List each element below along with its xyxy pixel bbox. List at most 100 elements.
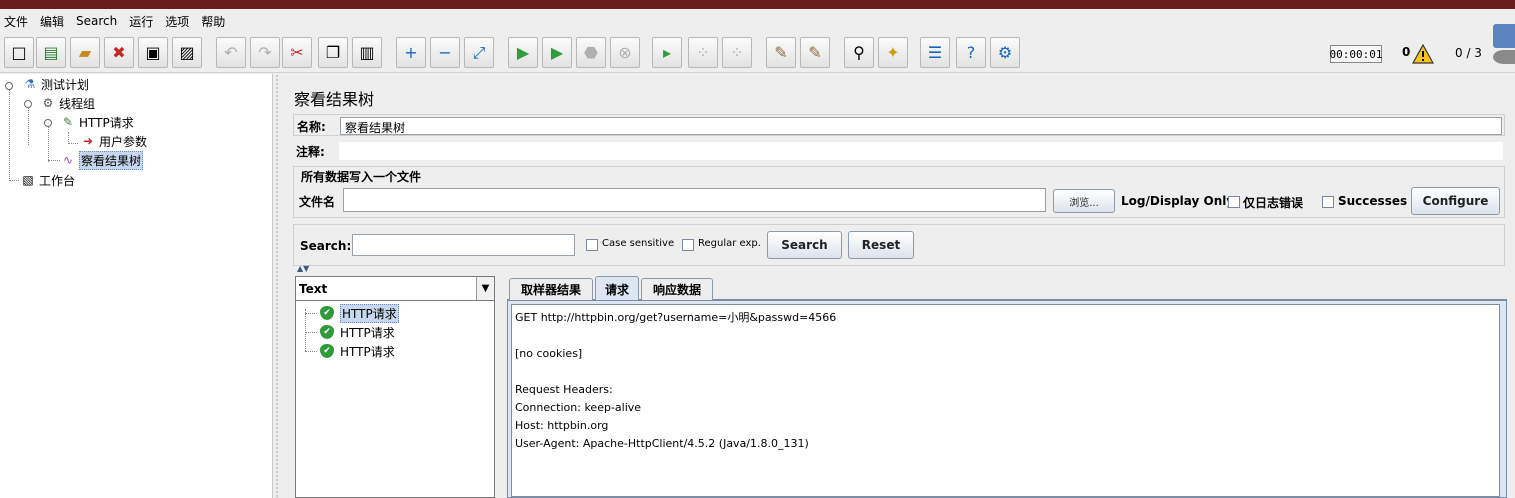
- tree-item-label: 察看结果树: [79, 150, 144, 170]
- toggle-icon[interactable]: ⤢: [464, 37, 494, 68]
- tree-item-view-results-tree[interactable]: ∿ 察看结果树: [60, 150, 144, 170]
- tree-item-http-request[interactable]: ✎ HTTP请求: [60, 113, 134, 131]
- tree-item-label: 线程组: [59, 96, 96, 111]
- menu-edit[interactable]: 编辑: [40, 13, 64, 30]
- flask-icon: ⚗: [24, 77, 36, 91]
- browse-button[interactable]: 浏览...: [1053, 189, 1115, 213]
- tree-item-test-plan[interactable]: ⚗ 测试计划: [22, 75, 89, 93]
- name-field[interactable]: 察看结果树: [340, 117, 1502, 135]
- expand-handle[interactable]: [24, 100, 32, 108]
- case-sensitive-label: Case sensitive: [602, 238, 675, 249]
- undo-icon[interactable]: ↶: [216, 37, 246, 68]
- name-label: 名称:: [297, 120, 326, 134]
- clear-all-icon[interactable]: ✎: [800, 37, 830, 68]
- warning-icon[interactable]: [1412, 44, 1434, 64]
- help-icon[interactable]: ?: [956, 37, 986, 68]
- list-item-label: HTTP请求: [340, 325, 395, 340]
- comment-row: 注释:: [293, 140, 1505, 162]
- pipette-icon: ✎: [62, 115, 74, 129]
- tab-request[interactable]: 请求: [595, 276, 639, 301]
- menu-search[interactable]: Search: [76, 14, 117, 28]
- menu-run[interactable]: 运行: [129, 13, 153, 30]
- tab-response-data[interactable]: 响应数据: [641, 278, 713, 300]
- expand-handle[interactable]: [44, 119, 52, 127]
- list-item[interactable]: ✔ HTTP请求: [320, 303, 399, 323]
- open-icon[interactable]: ▰: [70, 37, 100, 68]
- result-tabs: 取样器结果 请求 响应数据: [507, 276, 1507, 301]
- group-title: 所有数据写入一个文件: [301, 170, 422, 184]
- comment-label: 注释:: [296, 145, 325, 159]
- tree-item-user-parameters[interactable]: ➜ 用户参数: [80, 132, 147, 150]
- test-plan-tree: ⚗ 测试计划 ⚙ 线程组 ✎ HTTP请求 ➜ 用户参数 ∿ 察看结果树 ▧ 工…: [0, 74, 272, 498]
- elapsed-timer: 00:00:01: [1330, 45, 1383, 63]
- filename-input[interactable]: [343, 188, 1046, 212]
- success-shield-icon: ✔: [320, 344, 334, 358]
- search-bar: Search: Case sensitive Regular exp. Sear…: [293, 224, 1505, 266]
- remote-stop-icon[interactable]: ⁘: [688, 37, 718, 68]
- reset-button[interactable]: Reset: [848, 231, 914, 259]
- tab-sampler-result[interactable]: 取样器结果: [509, 278, 593, 300]
- regex-checkbox[interactable]: [682, 239, 694, 251]
- shutdown-icon[interactable]: ⊗: [610, 37, 640, 68]
- splitter[interactable]: [272, 74, 282, 498]
- successes-checkbox[interactable]: [1322, 196, 1334, 208]
- search-label: Search:: [300, 239, 352, 253]
- user-icon[interactable]: [1493, 24, 1515, 48]
- active-threads: 0 / 3: [1455, 46, 1482, 60]
- list-item[interactable]: ✔ HTTP请求: [320, 323, 395, 341]
- success-shield-icon: ✔: [320, 306, 334, 320]
- results-splitter[interactable]: [496, 276, 504, 498]
- remote-start-icon[interactable]: ▸: [652, 37, 682, 68]
- cut-icon[interactable]: ✂: [282, 37, 312, 68]
- tree-item-workbench[interactable]: ▧ 工作台: [20, 171, 75, 189]
- function-helper-icon[interactable]: ☰: [920, 37, 950, 68]
- tree-item-label: 工作台: [39, 173, 76, 188]
- menu-help[interactable]: 帮助: [201, 13, 225, 30]
- redo-icon[interactable]: ↷: [250, 37, 280, 68]
- tree-item-label: 用户参数: [99, 134, 148, 149]
- reset-search-icon[interactable]: ✦: [878, 37, 908, 68]
- side-handle-icon[interactable]: [1493, 50, 1515, 64]
- close-icon[interactable]: ✖: [104, 37, 134, 68]
- save-screenshot-icon[interactable]: ▨: [172, 37, 202, 68]
- workbench-icon: ▧: [22, 173, 34, 187]
- configure-button[interactable]: Configure: [1411, 187, 1500, 215]
- list-item[interactable]: ✔ HTTP请求: [320, 342, 395, 360]
- successes-label: Successes: [1338, 194, 1408, 208]
- new-icon[interactable]: □: [4, 37, 34, 68]
- start-icon[interactable]: ▶: [508, 37, 538, 68]
- case-sensitive-checkbox[interactable]: [586, 239, 598, 251]
- templates-icon[interactable]: ▤: [36, 37, 66, 68]
- toolbar: □ ▤ ▰ ✖ ▣ ▨ ↶ ↷ ✂ ❐ ▥ + − ⤢ ▶ ▶ ⬣ ⊗ ▸ ⁘ …: [0, 33, 1515, 73]
- search-button[interactable]: Search: [767, 231, 842, 259]
- expand-handle[interactable]: [5, 82, 13, 90]
- search-input[interactable]: [352, 234, 575, 256]
- paste-icon[interactable]: ▥: [352, 37, 382, 68]
- chevron-down-icon[interactable]: ▼: [476, 277, 494, 300]
- renderer-select[interactable]: Text ▼: [296, 277, 494, 301]
- request-text[interactable]: GET http://httpbin.org/get?username=小明&p…: [511, 304, 1500, 497]
- menu-options[interactable]: 选项: [165, 13, 189, 30]
- collapse-arrows-icon[interactable]: ▲▼: [297, 264, 309, 273]
- stop-icon[interactable]: ⬣: [576, 37, 606, 68]
- errors-only-checkbox[interactable]: [1228, 196, 1240, 208]
- graph-icon: ∿: [62, 153, 74, 167]
- tree-item-thread-group[interactable]: ⚙ 线程组: [40, 94, 95, 112]
- success-shield-icon: ✔: [320, 325, 334, 339]
- search-icon[interactable]: ⚲: [844, 37, 874, 68]
- remote-icon[interactable]: ⚙: [990, 37, 1020, 68]
- copy-icon[interactable]: ❐: [318, 37, 348, 68]
- clear-icon[interactable]: ✎: [766, 37, 796, 68]
- expand-icon[interactable]: +: [396, 37, 426, 68]
- results-list: Text ▼ ✔ HTTP请求 ✔ HTTP请求 ✔ HTTP请求: [295, 276, 495, 498]
- collapse-icon[interactable]: −: [430, 37, 460, 68]
- request-panel: GET http://httpbin.org/get?username=小明&p…: [507, 300, 1507, 498]
- save-icon[interactable]: ▣: [138, 37, 168, 68]
- menu-file[interactable]: 文件: [4, 13, 28, 30]
- comment-field[interactable]: [339, 142, 1503, 160]
- window-title-bar: [0, 0, 1515, 9]
- remote-shutdown-icon[interactable]: ⁘: [722, 37, 752, 68]
- start-no-pauses-icon[interactable]: ▶: [542, 37, 572, 68]
- gear-icon: ⚙: [42, 96, 54, 110]
- tree-item-label: HTTP请求: [79, 115, 134, 130]
